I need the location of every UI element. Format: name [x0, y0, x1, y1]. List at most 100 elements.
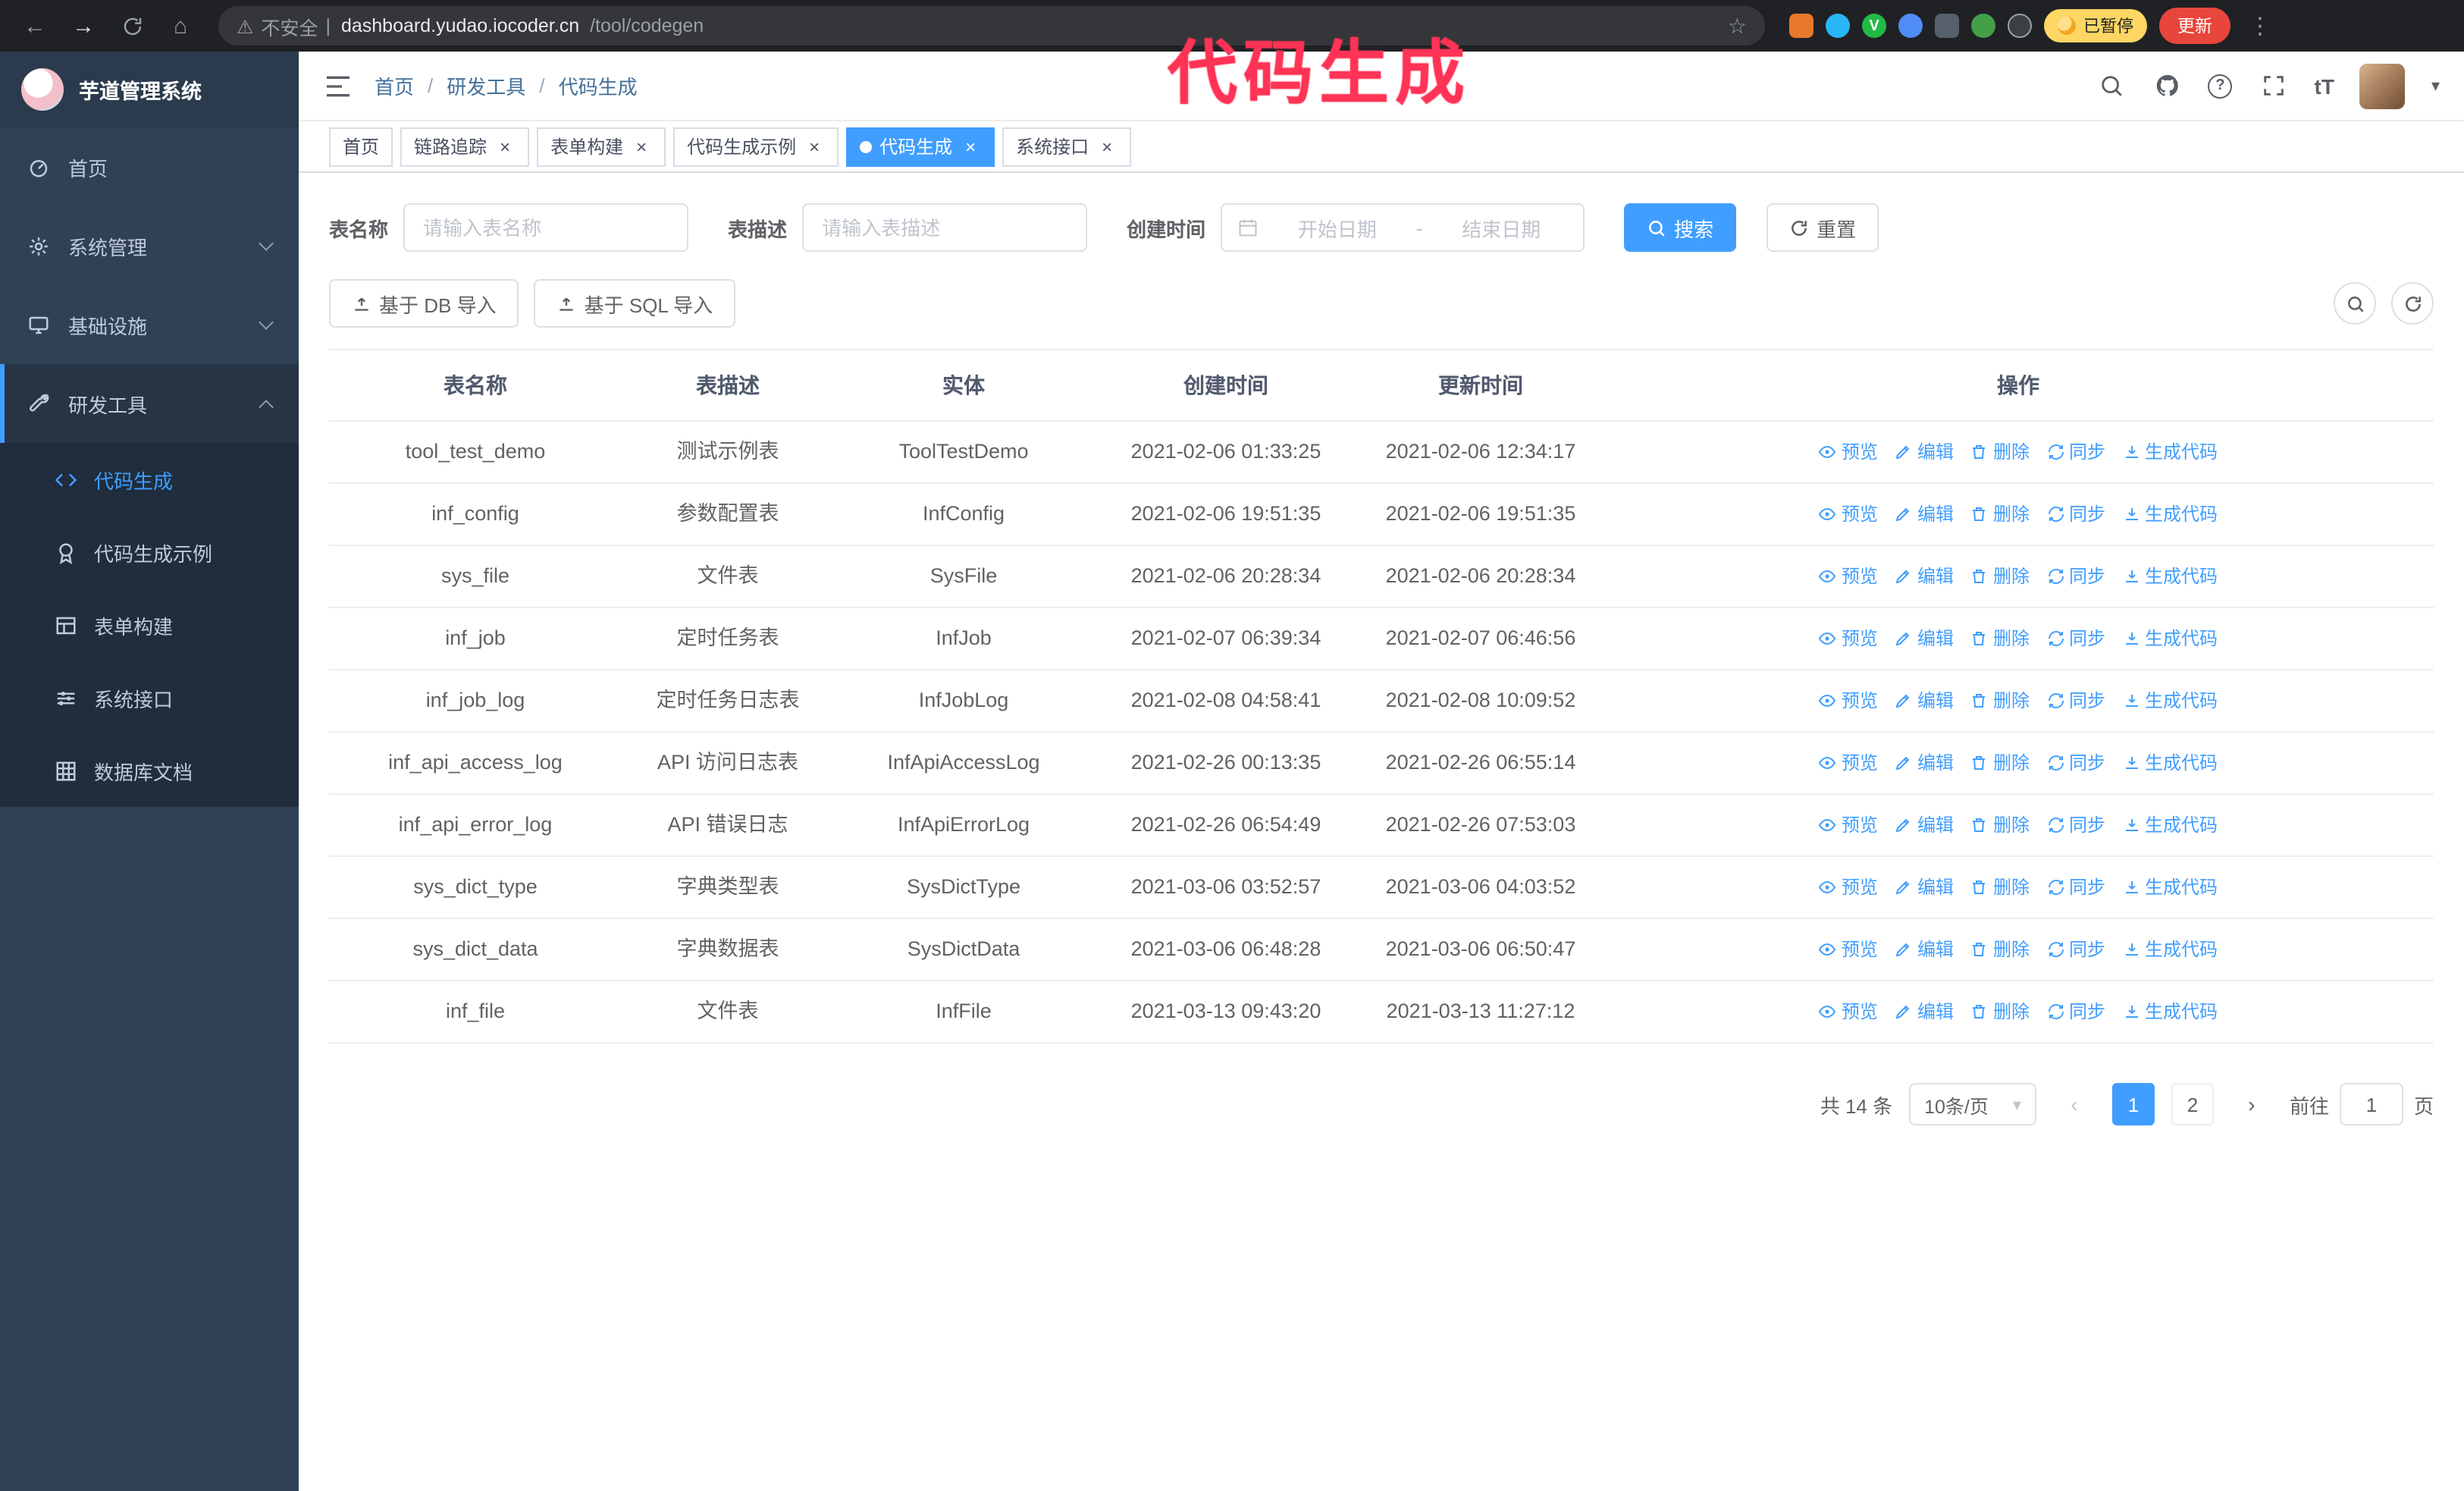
page-size-select[interactable]: 10条/页 ▾: [1909, 1083, 2036, 1125]
close-icon[interactable]: ×: [1096, 136, 1118, 157]
bookmark-star-icon[interactable]: ☆: [1728, 13, 1747, 39]
preview-link[interactable]: 预览: [1819, 748, 1878, 778]
sidebar-item-codegen-example[interactable]: 代码生成示例: [0, 516, 299, 589]
page-button-2[interactable]: 2: [2171, 1083, 2214, 1125]
sidebar-item-codegen[interactable]: 代码生成: [0, 443, 299, 516]
edit-link[interactable]: 编辑: [1895, 437, 1954, 467]
generate-code-link[interactable]: 生成代码: [2122, 934, 2218, 965]
extension-icon-7[interactable]: [2008, 14, 2032, 38]
delete-link[interactable]: 删除: [1970, 934, 2030, 965]
start-date-placeholder[interactable]: 开始日期: [1271, 213, 1404, 242]
next-page-button[interactable]: ›: [2230, 1083, 2273, 1125]
edit-link[interactable]: 编辑: [1895, 997, 1954, 1027]
generate-code-link[interactable]: 生成代码: [2122, 748, 2218, 778]
tab-trace[interactable]: 链路追踪 ×: [400, 127, 530, 166]
paused-badge[interactable]: 已暂停: [2044, 9, 2147, 42]
generate-code-link[interactable]: 生成代码: [2122, 686, 2218, 716]
generate-code-link[interactable]: 生成代码: [2122, 561, 2218, 592]
prev-page-button[interactable]: ‹: [2052, 1083, 2096, 1125]
back-icon[interactable]: ←: [15, 6, 55, 46]
generate-code-link[interactable]: 生成代码: [2122, 872, 2218, 902]
preview-link[interactable]: 预览: [1819, 623, 1878, 654]
hamburger-icon[interactable]: [323, 71, 353, 101]
preview-link[interactable]: 预览: [1819, 810, 1878, 840]
sync-link[interactable]: 同步: [2046, 810, 2105, 840]
generate-code-link[interactable]: 生成代码: [2122, 997, 2218, 1027]
security-warning[interactable]: ⚠ 不安全 |: [237, 11, 331, 40]
sync-link[interactable]: 同步: [2046, 686, 2105, 716]
extension-icon-2[interactable]: [1826, 14, 1850, 38]
toggle-search-button[interactable]: [2334, 282, 2376, 325]
reset-button[interactable]: 重置: [1766, 203, 1879, 252]
delete-link[interactable]: 删除: [1970, 872, 2030, 902]
table-desc-input[interactable]: [802, 203, 1088, 252]
delete-link[interactable]: 删除: [1970, 748, 2030, 778]
tab-form-builder[interactable]: 表单构建 ×: [537, 127, 666, 166]
edit-link[interactable]: 编辑: [1895, 623, 1954, 654]
close-icon[interactable]: ×: [804, 136, 825, 157]
preview-link[interactable]: 预览: [1819, 872, 1878, 902]
extension-icon-5[interactable]: [1935, 14, 1959, 38]
edit-link[interactable]: 编辑: [1895, 934, 1954, 965]
sync-link[interactable]: 同步: [2046, 872, 2105, 902]
help-icon[interactable]: ?: [2208, 74, 2233, 98]
sidebar-item-infra[interactable]: 基础设施: [0, 285, 299, 364]
preview-link[interactable]: 预览: [1819, 934, 1878, 965]
delete-link[interactable]: 删除: [1970, 997, 2030, 1027]
preview-link[interactable]: 预览: [1819, 997, 1878, 1027]
extension-icon-6[interactable]: [1971, 14, 1995, 38]
edit-link[interactable]: 编辑: [1895, 810, 1954, 840]
generate-code-link[interactable]: 生成代码: [2122, 499, 2218, 529]
close-icon[interactable]: ×: [960, 136, 981, 157]
import-db-button[interactable]: 基于 DB 导入: [329, 279, 519, 328]
browser-menu-icon[interactable]: ⋮: [2243, 12, 2277, 39]
sidebar-item-form-builder[interactable]: 表单构建: [0, 589, 299, 661]
close-icon[interactable]: ×: [631, 136, 652, 157]
sidebar-item-system[interactable]: 系统管理: [0, 206, 299, 285]
preview-link[interactable]: 预览: [1819, 499, 1878, 529]
font-size-icon[interactable]: tT: [2315, 74, 2334, 98]
delete-link[interactable]: 删除: [1970, 437, 2030, 467]
reload-icon[interactable]: [112, 6, 152, 46]
tab-home[interactable]: 首页: [329, 127, 393, 166]
sync-link[interactable]: 同步: [2046, 561, 2105, 592]
delete-link[interactable]: 删除: [1970, 810, 2030, 840]
refresh-table-button[interactable]: [2391, 282, 2434, 325]
sync-link[interactable]: 同步: [2046, 437, 2105, 467]
fullscreen-icon[interactable]: [2259, 71, 2289, 101]
delete-link[interactable]: 删除: [1970, 561, 2030, 592]
sidebar-item-db-doc[interactable]: 数据库文档: [0, 734, 299, 807]
delete-link[interactable]: 删除: [1970, 499, 2030, 529]
tab-codegen[interactable]: 代码生成 ×: [846, 127, 995, 166]
sync-link[interactable]: 同步: [2046, 748, 2105, 778]
extension-icon-3[interactable]: V: [1862, 14, 1886, 38]
close-icon[interactable]: ×: [494, 136, 516, 157]
address-bar[interactable]: ⚠ 不安全 | dashboard.yudao.iocoder.cn/tool/…: [218, 6, 1765, 46]
github-icon[interactable]: [2152, 71, 2183, 101]
preview-link[interactable]: 预览: [1819, 686, 1878, 716]
preview-link[interactable]: 预览: [1819, 561, 1878, 592]
page-button-1[interactable]: 1: [2111, 1083, 2155, 1125]
sync-link[interactable]: 同步: [2046, 623, 2105, 654]
sync-link[interactable]: 同步: [2046, 934, 2105, 965]
preview-link[interactable]: 预览: [1819, 437, 1878, 467]
edit-link[interactable]: 编辑: [1895, 872, 1954, 902]
import-sql-button[interactable]: 基于 SQL 导入: [534, 279, 736, 328]
sidebar-item-devtools[interactable]: 研发工具: [0, 364, 299, 443]
forward-icon[interactable]: →: [64, 6, 103, 46]
generate-code-link[interactable]: 生成代码: [2122, 623, 2218, 654]
edit-link[interactable]: 编辑: [1895, 561, 1954, 592]
generate-code-link[interactable]: 生成代码: [2122, 810, 2218, 840]
delete-link[interactable]: 删除: [1970, 623, 2030, 654]
sync-link[interactable]: 同步: [2046, 997, 2105, 1027]
edit-link[interactable]: 编辑: [1895, 499, 1954, 529]
breadcrumb-home[interactable]: 首页: [375, 71, 414, 100]
edit-link[interactable]: 编辑: [1895, 748, 1954, 778]
end-date-placeholder[interactable]: 结束日期: [1434, 213, 1568, 242]
tab-system-api[interactable]: 系统接口 ×: [1002, 127, 1132, 166]
avatar-caret-icon[interactable]: ▾: [2431, 76, 2440, 96]
update-button[interactable]: 更新: [2159, 8, 2230, 44]
edit-link[interactable]: 编辑: [1895, 686, 1954, 716]
sync-link[interactable]: 同步: [2046, 499, 2105, 529]
extension-icon-1[interactable]: [1789, 14, 1814, 38]
